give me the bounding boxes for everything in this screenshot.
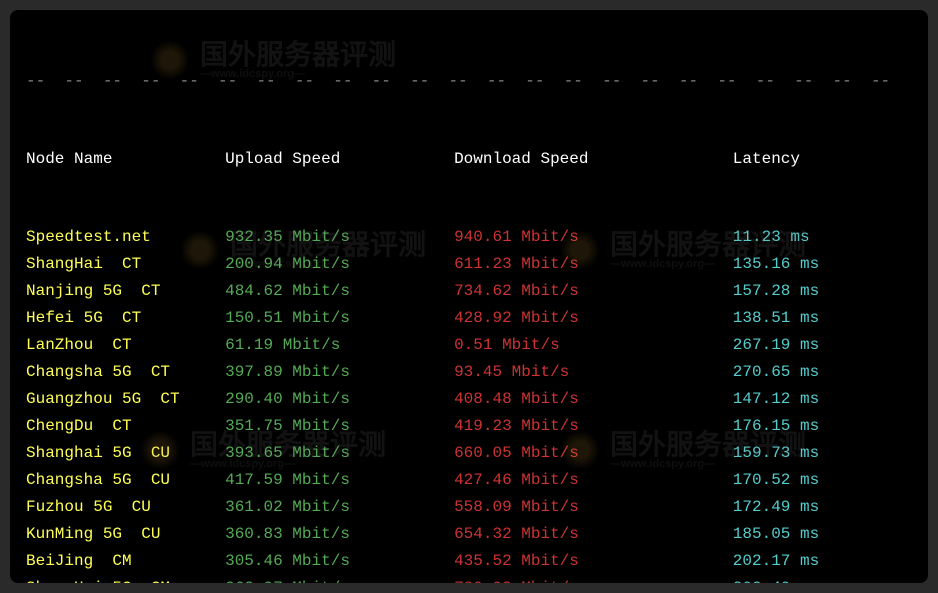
terminal-content: -- -- -- -- -- -- -- -- -- -- -- -- -- -…: [10, 10, 928, 583]
node-name-cell: Shanghai 5G CU: [26, 441, 225, 467]
table-row: BeiJing CM305.46 Mbit/s435.52 Mbit/s202.…: [26, 548, 912, 575]
download-cell: 93.45 Mbit/s: [454, 360, 733, 386]
table-row: Changsha 5G CT397.89 Mbit/s93.45 Mbit/s2…: [26, 359, 912, 386]
upload-cell: 61.19 Mbit/s: [225, 333, 454, 359]
header-row: Node Name Upload Speed Download Speed La…: [26, 146, 912, 173]
latency-cell: 185.05 ms: [733, 522, 912, 548]
download-cell: 428.92 Mbit/s: [454, 306, 733, 332]
table-row: ChengDu CT351.75 Mbit/s419.23 Mbit/s176.…: [26, 413, 912, 440]
upload-cell: 290.40 Mbit/s: [225, 387, 454, 413]
node-name-cell: LanZhou CT: [26, 333, 225, 359]
top-divider: -- -- -- -- -- -- -- -- -- -- -- -- -- -…: [26, 69, 912, 95]
node-name-cell: Speedtest.net: [26, 225, 225, 251]
node-name-cell: Hefei 5G CT: [26, 306, 225, 332]
latency-cell: 138.51 ms: [733, 306, 912, 332]
download-cell: 427.46 Mbit/s: [454, 468, 733, 494]
table-row: ShangHai CT200.94 Mbit/s611.23 Mbit/s135…: [26, 251, 912, 278]
node-name-cell: ShangHai CT: [26, 252, 225, 278]
node-name-cell: Guangzhou 5G CT: [26, 387, 225, 413]
download-cell: 435.52 Mbit/s: [454, 549, 733, 575]
table-row: Changsha 5G CU417.59 Mbit/s427.46 Mbit/s…: [26, 467, 912, 494]
upload-cell: 150.51 Mbit/s: [225, 306, 454, 332]
latency-cell: 176.15 ms: [733, 414, 912, 440]
table-row: ShangHai 5G CM263.97 Mbit/s789.93 Mbit/s…: [26, 575, 912, 583]
latency-cell: 172.49 ms: [733, 495, 912, 521]
latency-cell: 11.23 ms: [733, 225, 912, 251]
node-name-cell: Nanjing 5G CT: [26, 279, 225, 305]
node-name-cell: ChengDu CT: [26, 414, 225, 440]
node-name-cell: Changsha 5G CT: [26, 360, 225, 386]
node-name-cell: Changsha 5G CU: [26, 468, 225, 494]
latency-cell: 159.73 ms: [733, 441, 912, 467]
header-upload: Upload Speed: [225, 147, 454, 173]
download-cell: 558.09 Mbit/s: [454, 495, 733, 521]
header-node: Node Name: [26, 147, 225, 173]
latency-cell: 270.65 ms: [733, 360, 912, 386]
header-latency: Latency: [733, 147, 912, 173]
upload-cell: 200.94 Mbit/s: [225, 252, 454, 278]
download-cell: 654.32 Mbit/s: [454, 522, 733, 548]
upload-cell: 351.75 Mbit/s: [225, 414, 454, 440]
latency-cell: 157.28 ms: [733, 279, 912, 305]
upload-cell: 263.97 Mbit/s: [225, 576, 454, 583]
rows-container: Speedtest.net932.35 Mbit/s940.61 Mbit/s1…: [26, 224, 912, 583]
latency-cell: 170.52 ms: [733, 468, 912, 494]
upload-cell: 932.35 Mbit/s: [225, 225, 454, 251]
header-download: Download Speed: [454, 147, 733, 173]
table-row: Hefei 5G CT150.51 Mbit/s428.92 Mbit/s138…: [26, 305, 912, 332]
upload-cell: 360.83 Mbit/s: [225, 522, 454, 548]
download-cell: 419.23 Mbit/s: [454, 414, 733, 440]
upload-cell: 397.89 Mbit/s: [225, 360, 454, 386]
download-cell: 789.93 Mbit/s: [454, 576, 733, 583]
download-cell: 734.62 Mbit/s: [454, 279, 733, 305]
latency-cell: 302.49 ms: [733, 576, 912, 583]
table-row: Speedtest.net932.35 Mbit/s940.61 Mbit/s1…: [26, 224, 912, 251]
upload-cell: 417.59 Mbit/s: [225, 468, 454, 494]
upload-cell: 305.46 Mbit/s: [225, 549, 454, 575]
latency-cell: 202.17 ms: [733, 549, 912, 575]
download-cell: 660.05 Mbit/s: [454, 441, 733, 467]
upload-cell: 484.62 Mbit/s: [225, 279, 454, 305]
download-cell: 611.23 Mbit/s: [454, 252, 733, 278]
node-name-cell: Fuzhou 5G CU: [26, 495, 225, 521]
download-cell: 940.61 Mbit/s: [454, 225, 733, 251]
table-row: Nanjing 5G CT484.62 Mbit/s734.62 Mbit/s1…: [26, 278, 912, 305]
table-row: Fuzhou 5G CU361.02 Mbit/s558.09 Mbit/s17…: [26, 494, 912, 521]
node-name-cell: KunMing 5G CU: [26, 522, 225, 548]
download-cell: 408.48 Mbit/s: [454, 387, 733, 413]
node-name-cell: ShangHai 5G CM: [26, 576, 225, 583]
table-row: Shanghai 5G CU393.65 Mbit/s660.05 Mbit/s…: [26, 440, 912, 467]
terminal-window: -- -- -- -- -- -- -- -- -- -- -- -- -- -…: [10, 10, 928, 583]
upload-cell: 393.65 Mbit/s: [225, 441, 454, 467]
upload-cell: 361.02 Mbit/s: [225, 495, 454, 521]
table-row: LanZhou CT61.19 Mbit/s0.51 Mbit/s267.19 …: [26, 332, 912, 359]
download-cell: 0.51 Mbit/s: [454, 333, 733, 359]
table-row: Guangzhou 5G CT290.40 Mbit/s408.48 Mbit/…: [26, 386, 912, 413]
latency-cell: 147.12 ms: [733, 387, 912, 413]
latency-cell: 135.16 ms: [733, 252, 912, 278]
node-name-cell: BeiJing CM: [26, 549, 225, 575]
latency-cell: 267.19 ms: [733, 333, 912, 359]
table-row: KunMing 5G CU360.83 Mbit/s654.32 Mbit/s1…: [26, 521, 912, 548]
